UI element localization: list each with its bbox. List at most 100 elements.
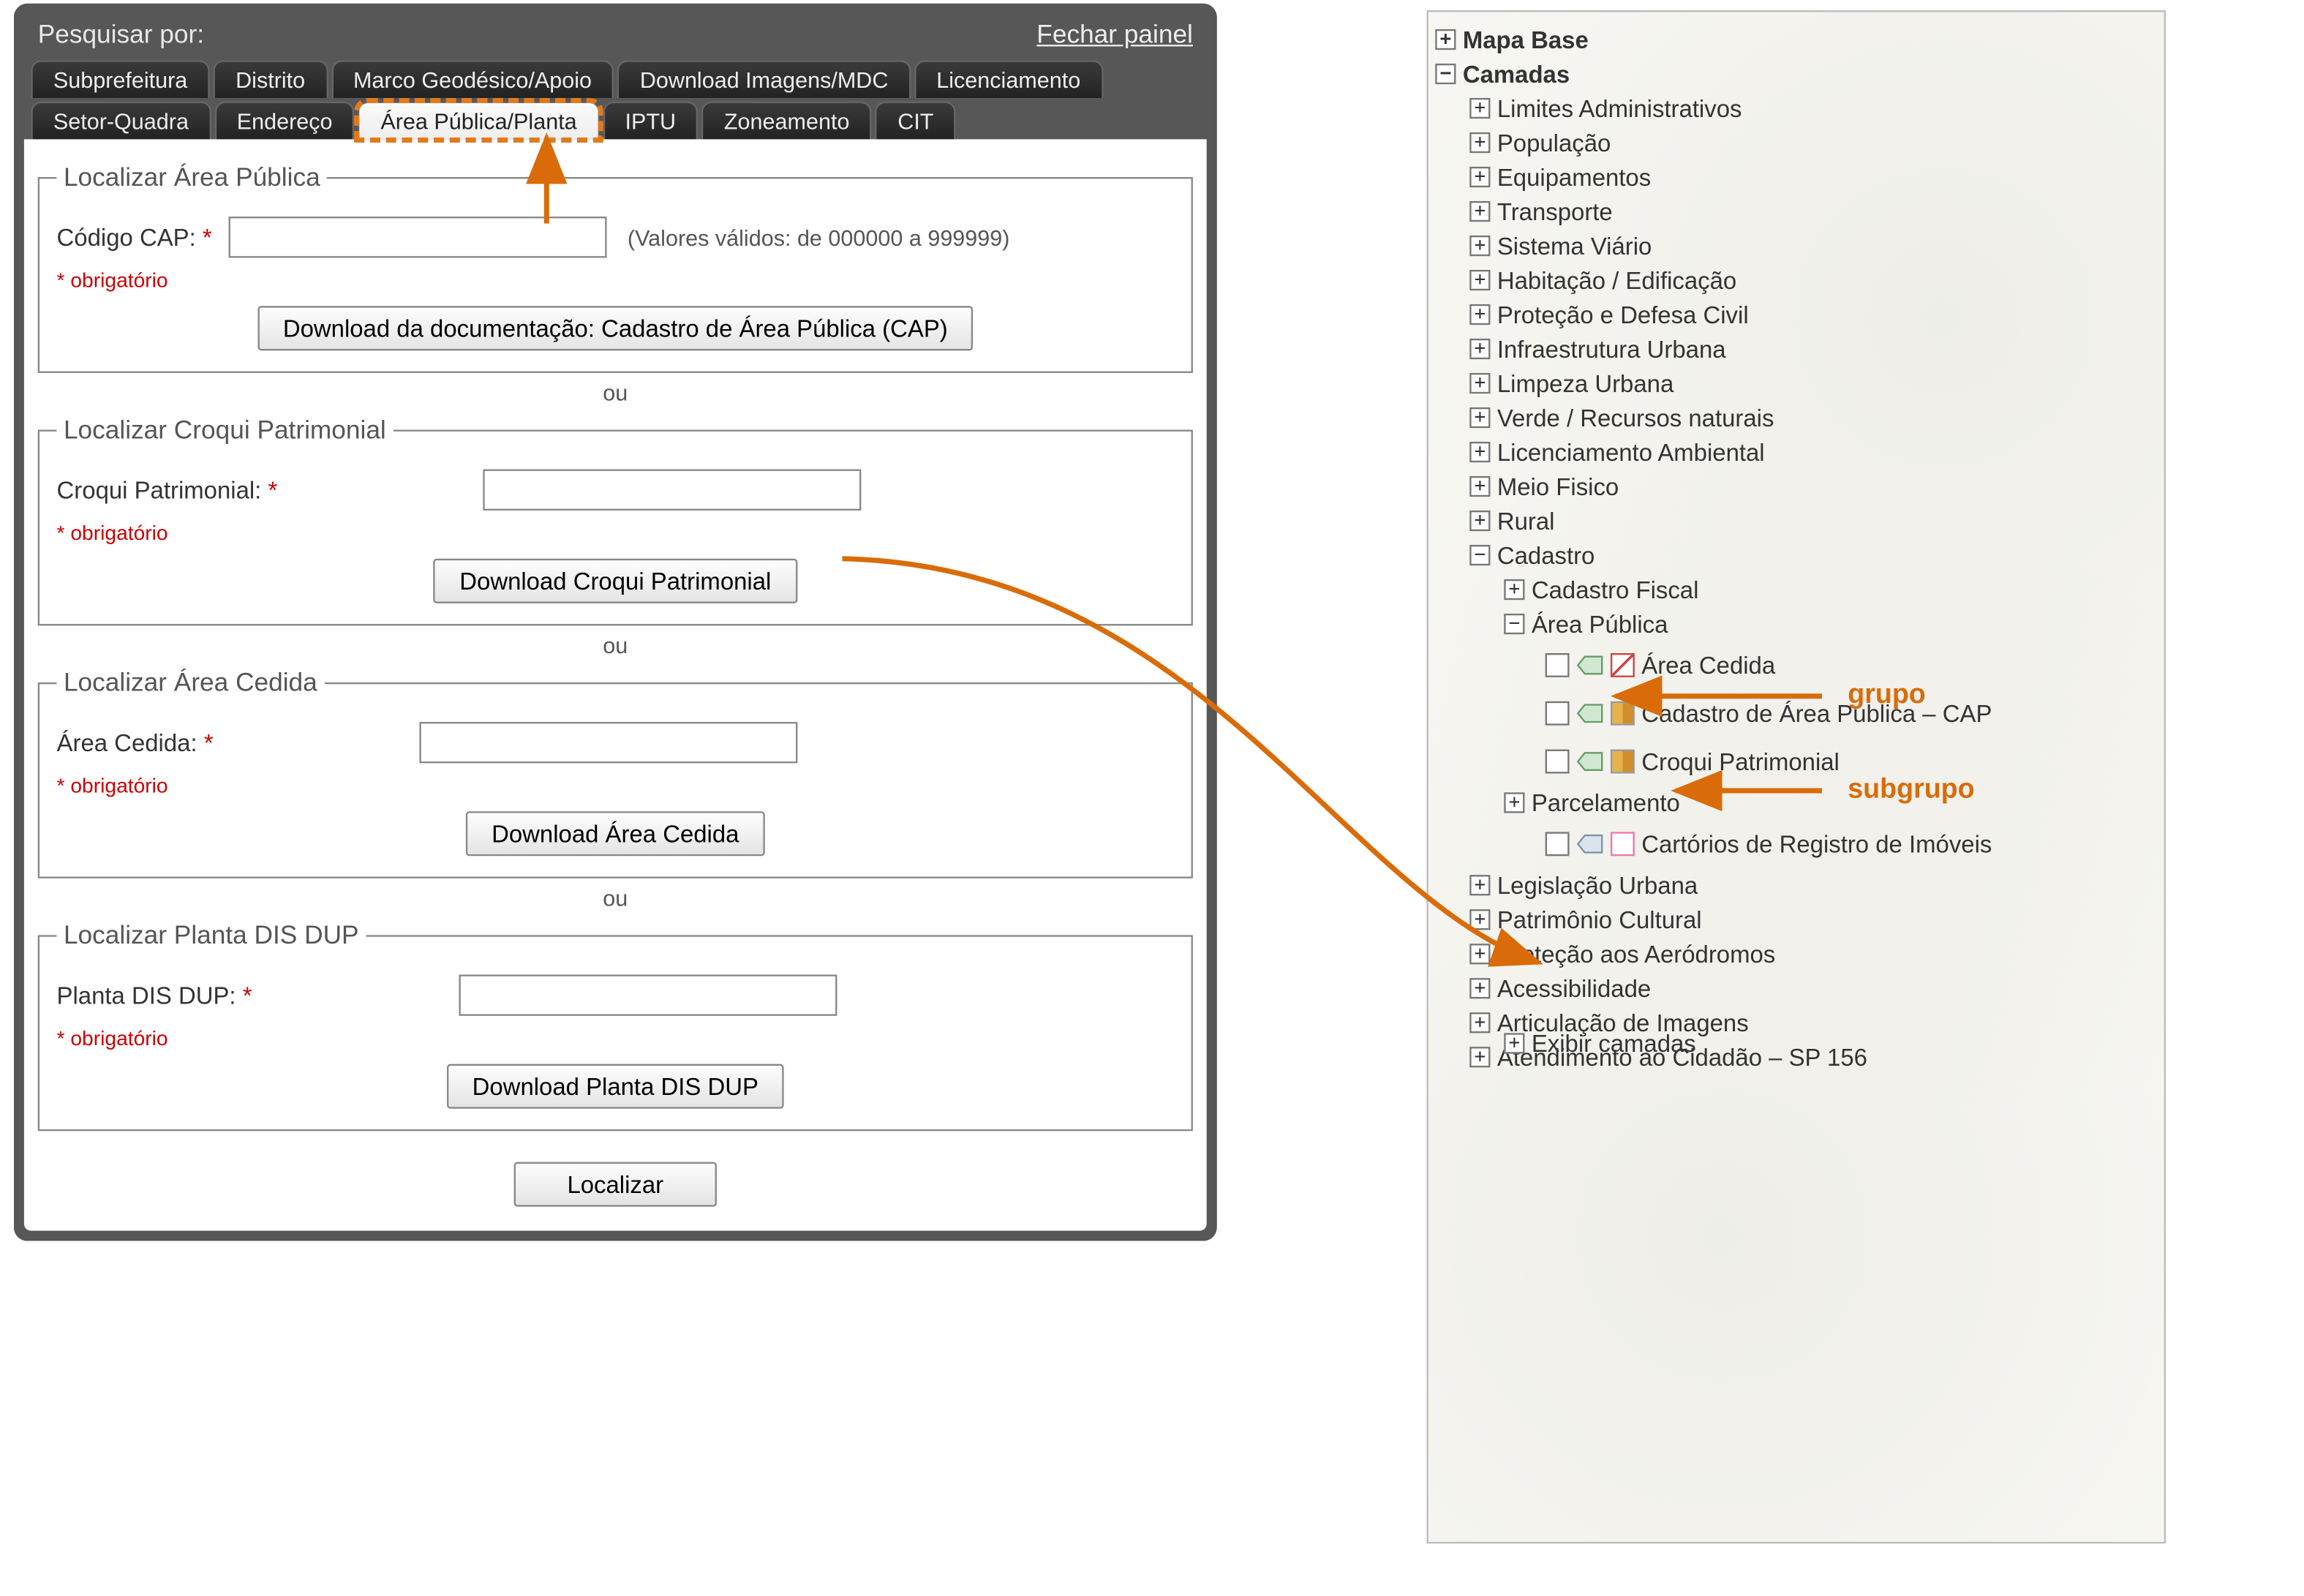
download-cap-button[interactable]: Download da documentação: Cadastro de Ár… bbox=[257, 306, 974, 350]
swatch-icon bbox=[1611, 653, 1635, 677]
tag-icon bbox=[1576, 703, 1604, 723]
layer-cartorios[interactable]: Cartórios de Registro de Imóveis bbox=[1435, 820, 2157, 868]
close-panel-link[interactable]: Fechar painel bbox=[1036, 20, 1193, 50]
layer-cap[interactable]: Cadastro de Área Publica – CAP bbox=[1435, 689, 2157, 737]
tabs-row-2: Setor-Quadra Endereço Área Pública/Plant… bbox=[24, 102, 1207, 140]
locate-button[interactable]: Localizar bbox=[514, 1162, 717, 1207]
fieldset-cap: Localizar Área Pública Código CAP: * (Va… bbox=[38, 163, 1193, 373]
tree-item[interactable]: +Sistema Viário bbox=[1435, 229, 2157, 263]
expand-icon[interactable]: + bbox=[1469, 875, 1490, 895]
obligatory-croqui: * obrigatório bbox=[57, 521, 1174, 545]
download-croqui-button[interactable]: Download Croqui Patrimonial bbox=[434, 559, 797, 603]
fieldset-croqui: Localizar Croqui Patrimonial Croqui Patr… bbox=[38, 416, 1193, 626]
tab-setor-quadra[interactable]: Setor-Quadra bbox=[31, 102, 211, 140]
layers-panel: + Mapa Base − Camadas +Limites Administr… bbox=[1426, 10, 2166, 1543]
obligatory-cap: * obrigatório bbox=[57, 268, 1174, 293]
tree-item[interactable]: +Limites Administrativos bbox=[1435, 91, 2157, 126]
legend-disdup: Localizar Planta DIS DUP bbox=[57, 922, 366, 951]
tree-item[interactable]: +Infraestrutura Urbana bbox=[1435, 332, 2157, 366]
tab-area-publica-planta[interactable]: Área Pública/Planta bbox=[358, 102, 599, 140]
tree-item[interactable]: +Legislação Urbana bbox=[1435, 868, 2157, 903]
tree-item[interactable]: +Proteção e Defesa Civil bbox=[1435, 298, 2157, 332]
input-disdup[interactable] bbox=[458, 974, 836, 1015]
tab-distrito[interactable]: Distrito bbox=[214, 60, 328, 98]
tree-item-exibir-camadas[interactable]: + Exibir camadas bbox=[1469, 1026, 1696, 1061]
layer-area-cedida[interactable]: Área Cedida bbox=[1435, 641, 2157, 690]
legend-croqui: Localizar Croqui Patrimonial bbox=[57, 416, 394, 445]
tree-item[interactable]: +Verde / Recursos naturais bbox=[1435, 401, 2157, 435]
tree-root-camadas[interactable]: − Camadas bbox=[1435, 57, 2157, 91]
tag-icon bbox=[1576, 834, 1604, 854]
swatch-icon bbox=[1611, 701, 1635, 726]
input-croqui[interactable] bbox=[483, 470, 862, 511]
tab-endereco[interactable]: Endereço bbox=[214, 102, 355, 140]
tree-item-area-publica[interactable]: − Área Pública bbox=[1435, 607, 2157, 641]
checkbox[interactable] bbox=[1546, 701, 1570, 726]
expand-icon[interactable]: + bbox=[1469, 167, 1490, 187]
tree-item-cadastro-fiscal[interactable]: + Cadastro Fiscal bbox=[1435, 573, 2157, 607]
legend-cedida: Localizar Área Cedida bbox=[57, 669, 325, 698]
expand-icon[interactable]: + bbox=[1469, 978, 1490, 998]
tree-item[interactable]: +Transporte bbox=[1435, 195, 2157, 229]
tab-marco-geodesico[interactable]: Marco Geodésico/Apoio bbox=[331, 60, 614, 98]
tag-icon bbox=[1576, 751, 1604, 772]
separator-or-3: ou bbox=[38, 885, 1193, 911]
checkbox[interactable] bbox=[1546, 653, 1570, 677]
tree-item[interactable]: +Acessibilidade bbox=[1435, 971, 2157, 1006]
expand-icon[interactable]: + bbox=[1469, 442, 1490, 462]
tab-zoneamento[interactable]: Zoneamento bbox=[701, 102, 872, 140]
checkbox[interactable] bbox=[1546, 832, 1570, 856]
tab-download-imagens[interactable]: Download Imagens/MDC bbox=[617, 60, 911, 98]
expand-icon[interactable]: + bbox=[1469, 304, 1490, 325]
expand-icon[interactable]: + bbox=[1469, 944, 1490, 964]
tree-item[interactable]: +Equipamentos bbox=[1435, 160, 2157, 195]
download-cedida-button[interactable]: Download Área Cedida bbox=[466, 811, 765, 856]
expand-icon[interactable]: + bbox=[1469, 476, 1490, 497]
tree-item[interactable]: +Rural bbox=[1435, 504, 2157, 538]
tree-item-cadastro[interactable]: − Cadastro bbox=[1435, 538, 2157, 573]
expand-icon[interactable]: + bbox=[1469, 909, 1490, 930]
collapse-icon[interactable]: − bbox=[1469, 545, 1490, 565]
fieldset-cedida: Localizar Área Cedida Área Cedida: * * o… bbox=[38, 669, 1193, 878]
separator-or-2: ou bbox=[38, 633, 1193, 658]
expand-icon[interactable]: + bbox=[1469, 511, 1490, 531]
tree-item[interactable]: +Proteção aos Aeródromos bbox=[1435, 937, 2157, 971]
expand-icon[interactable]: + bbox=[1435, 29, 1456, 50]
expand-icon[interactable]: + bbox=[1504, 792, 1524, 813]
download-disdup-button[interactable]: Download Planta DIS DUP bbox=[446, 1064, 784, 1109]
expand-icon[interactable]: + bbox=[1469, 98, 1490, 118]
expand-icon[interactable]: + bbox=[1469, 236, 1490, 256]
layer-croqui-patrimonial[interactable]: Croqui Patrimonial bbox=[1435, 737, 2157, 786]
tab-cit[interactable]: CIT bbox=[876, 102, 956, 140]
expand-icon[interactable]: + bbox=[1469, 339, 1490, 359]
obligatory-disdup: * obrigatório bbox=[57, 1026, 1174, 1050]
tree-item[interactable]: +Habitação / Edificação bbox=[1435, 263, 2157, 298]
tree-item[interactable]: +Meio Fisico bbox=[1435, 470, 2157, 504]
swatch-icon bbox=[1611, 832, 1635, 856]
tree-item[interactable]: +Licenciamento Ambiental bbox=[1435, 435, 2157, 470]
fieldset-disdup: Localizar Planta DIS DUP Planta DIS DUP:… bbox=[38, 922, 1193, 1132]
expand-icon[interactable]: + bbox=[1469, 270, 1490, 290]
tree-item-parcelamento[interactable]: + Parcelamento bbox=[1435, 786, 2157, 820]
expand-icon[interactable]: + bbox=[1504, 1033, 1524, 1053]
expand-icon[interactable]: + bbox=[1469, 373, 1490, 394]
input-cedida[interactable] bbox=[419, 722, 797, 763]
checkbox[interactable] bbox=[1546, 750, 1570, 774]
tab-licenciamento[interactable]: Licenciamento bbox=[914, 60, 1103, 98]
tree-item[interactable]: +Limpeza Urbana bbox=[1435, 366, 2157, 401]
expand-icon[interactable]: + bbox=[1469, 407, 1490, 428]
collapse-icon[interactable]: − bbox=[1504, 614, 1524, 634]
tree-item[interactable]: +Patrimônio Cultural bbox=[1435, 903, 2157, 937]
label-croqui: Croqui Patrimonial: * bbox=[57, 475, 278, 503]
tree-item[interactable]: +População bbox=[1435, 126, 2157, 160]
expand-icon[interactable]: + bbox=[1504, 579, 1524, 600]
collapse-icon[interactable]: − bbox=[1435, 64, 1456, 84]
expand-icon[interactable]: + bbox=[1469, 201, 1490, 222]
hint-cap: (Valores válidos: de 000000 a 999999) bbox=[628, 225, 1010, 250]
input-cap[interactable] bbox=[229, 217, 607, 257]
tab-subprefeitura[interactable]: Subprefeitura bbox=[31, 60, 210, 98]
tree-root-mapa-base[interactable]: + Mapa Base bbox=[1435, 23, 2157, 57]
expand-icon[interactable]: + bbox=[1469, 132, 1490, 153]
tab-iptu[interactable]: IPTU bbox=[603, 102, 699, 140]
tabs-row-1: Subprefeitura Distrito Marco Geodésico/A… bbox=[24, 60, 1207, 98]
